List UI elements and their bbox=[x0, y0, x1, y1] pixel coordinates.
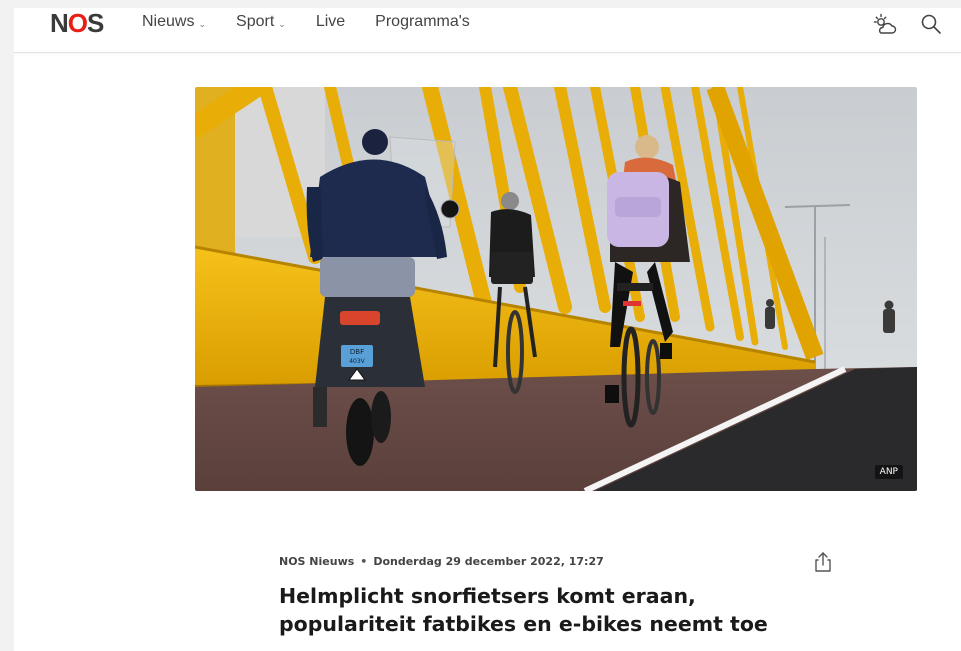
share-icon bbox=[815, 552, 831, 572]
search-icon bbox=[921, 14, 941, 34]
hero-image[interactable]: DBF 403V ANP bbox=[195, 87, 917, 491]
chevron-down-icon: ⌄ bbox=[278, 19, 286, 29]
bridge-cyclists-photo: DBF 403V bbox=[195, 87, 917, 491]
headline-line-1: Helmplicht snorfietsers komt eraan, bbox=[279, 584, 696, 608]
nav-item-label: Live bbox=[315, 13, 346, 30]
share-button[interactable] bbox=[812, 551, 834, 573]
photo-credit: ANP bbox=[874, 465, 903, 479]
weather-button[interactable] bbox=[871, 10, 899, 38]
main-nav: Nieuws ⌄ Sport ⌄ Live Programma's bbox=[142, 12, 500, 32]
headline-line-2: populariteit fatbikes en e-bikes neemt t… bbox=[279, 612, 768, 636]
search-button[interactable] bbox=[917, 10, 945, 38]
page: NOS Nieuws ⌄ Sport ⌄ Live Programma's DB… bbox=[14, 8, 961, 651]
nav-item-label: Nieuws bbox=[142, 13, 195, 30]
article-source: NOS Nieuws bbox=[279, 555, 355, 568]
chevron-down-icon: ⌄ bbox=[198, 19, 207, 29]
header-actions bbox=[871, 10, 945, 38]
nav-item-label: Programma's bbox=[375, 13, 470, 30]
article-headline: Helmplicht snorfietsers komt eraan, popu… bbox=[279, 582, 799, 638]
article-meta: NOS Nieuws • Donderdag 29 december 2022, 1… bbox=[279, 555, 604, 568]
meta-separator: • bbox=[360, 555, 368, 568]
nav-item-nieuws[interactable]: Nieuws ⌄ bbox=[142, 12, 206, 32]
weather-icon bbox=[873, 13, 897, 34]
top-navigation-bar: NOS Nieuws ⌄ Sport ⌄ Live Programma's bbox=[14, 8, 961, 53]
nav-item-sport[interactable]: Sport ⌄ bbox=[236, 12, 286, 32]
nav-item-live[interactable]: Live bbox=[316, 12, 345, 32]
nos-logo[interactable]: NOS bbox=[50, 9, 104, 37]
nav-item-programmas[interactable]: Programma's bbox=[375, 12, 470, 32]
plate-text-1: DBF bbox=[350, 348, 364, 356]
plate-text-2: 403V bbox=[349, 358, 365, 365]
article-date: Donderdag 29 december 2022, 17:27 bbox=[373, 555, 604, 568]
nav-item-label: Sport bbox=[236, 13, 275, 30]
